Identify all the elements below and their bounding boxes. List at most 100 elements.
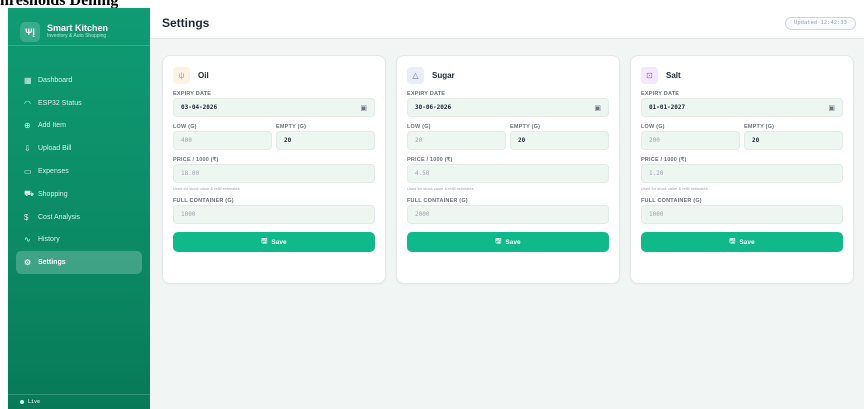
full-container-input[interactable]: 1000 [641, 205, 843, 224]
salt-icon: ⊡ [641, 66, 658, 84]
sidebar-item-label: Dashboard [38, 76, 73, 84]
sidebar-item-upload-bill[interactable]: ⇩ Upload Bill [16, 137, 142, 160]
empty-label: EMPTY (G) [510, 124, 541, 130]
price-value: 4.50 [415, 170, 430, 177]
brand: ΨĮ Smart Kitchen Inventory & Auto Shoppi… [8, 8, 150, 46]
sidebar-item-label: Upload Bill [38, 145, 72, 153]
price-input[interactable]: 1.20 [641, 164, 843, 183]
calendar-icon[interactable]: ▣ [360, 104, 367, 112]
save-button[interactable]: 🖫 Save [407, 232, 609, 252]
brand-logo-icon: ΨĮ [20, 21, 40, 42]
price-label: PRICE / 1000 (₹) [641, 157, 687, 163]
expiry-date-input[interactable]: 03-04-2026 ▣ [173, 98, 375, 117]
price-value: 18.00 [181, 170, 200, 177]
full-container-label: FULL CONTAINER (G) [641, 198, 702, 204]
sidebar-nav: ▦ Dashboard ◠ ESP32 Status ⊕ Add Item ⇩ Upload … [16, 69, 142, 275]
card-header: △ Sugar [407, 66, 609, 84]
updated-badge: Updated 12:42:33 [785, 16, 856, 30]
sidebar-item-cost-analysis[interactable]: $ Cost Analysis [16, 206, 142, 229]
sidebar-item-dashboard[interactable]: ▦ Dashboard [16, 69, 142, 92]
sidebar-divider [8, 394, 150, 395]
oil-icon: ψ [173, 66, 190, 84]
full-container-value: 2000 [415, 211, 430, 218]
save-label: Save [739, 238, 755, 246]
expiry-date-value: 01-01-2027 [649, 104, 686, 111]
low-threshold-value: 200 [649, 137, 660, 144]
add-circle-icon: ⊕ [24, 121, 31, 131]
sidebar-item-add-item[interactable]: ⊕ Add Item [16, 115, 142, 138]
low-threshold-input[interactable]: 200 [641, 131, 740, 150]
expiry-date-input[interactable]: 30-06-2026 ▣ [407, 98, 609, 117]
empty-label: EMPTY (G) [744, 124, 775, 130]
wallet-icon: ▭ [24, 167, 32, 177]
sidebar: ΨĮ Smart Kitchen Inventory & Auto Shoppi… [8, 8, 150, 409]
page-heading: nresholds Demng [0, 0, 118, 8]
full-container-value: 1000 [181, 211, 196, 218]
expiry-label: EXPIRY DATE [407, 91, 446, 97]
full-container-input[interactable]: 1000 [173, 205, 375, 224]
low-threshold-value: 20 [415, 137, 423, 144]
header: Settings Updated 12:42:33 [150, 8, 864, 39]
app: ΨĮ Smart Kitchen Inventory & Auto Shoppi… [8, 8, 864, 409]
sidebar-item-esp32-status[interactable]: ◠ ESP32 Status [16, 92, 142, 115]
price-input[interactable]: 18.00 [173, 164, 375, 183]
empty-threshold-input[interactable]: 20 [276, 131, 375, 150]
dashboard-icon: ▦ [24, 75, 32, 85]
price-hint: Used for stock value & refill estimates [641, 186, 708, 191]
sidebar-item-label: Cost Analysis [38, 213, 81, 221]
sidebar-item-label: Shopping [38, 190, 68, 198]
empty-threshold-value: 20 [284, 137, 292, 144]
price-label: PRICE / 1000 (₹) [407, 157, 453, 163]
expiry-label: EXPIRY DATE [641, 91, 680, 97]
price-input[interactable]: 4.50 [407, 164, 609, 183]
empty-label: EMPTY (G) [276, 124, 307, 130]
low-threshold-input[interactable]: 400 [173, 131, 272, 150]
sidebar-item-label: Expenses [38, 168, 69, 176]
sidebar-item-settings[interactable]: ⚙ Settings [16, 251, 142, 275]
sugar-icon: △ [407, 66, 424, 84]
cart-icon: ⛟ [24, 189, 35, 199]
low-threshold-value: 400 [181, 137, 192, 144]
empty-threshold-input[interactable]: 20 [510, 131, 609, 150]
brand-subtitle: Inventory & Auto Shopping [47, 33, 107, 39]
sidebar-item-label: History [38, 236, 60, 244]
card-header: ψ Oil [173, 66, 375, 84]
low-threshold-input[interactable]: 20 [407, 131, 506, 150]
price-label: PRICE / 1000 (₹) [173, 157, 219, 163]
calendar-icon[interactable]: ▣ [828, 104, 835, 112]
save-icon: 🖫 [495, 237, 502, 245]
calendar-icon[interactable]: ▣ [594, 104, 601, 112]
sidebar-item-shopping[interactable]: ⛟ Shopping [16, 183, 142, 206]
full-container-value: 1000 [649, 211, 664, 218]
item-card-oil: ψ Oil EXPIRY DATE 03-04-2026 ▣ LOW (G) 400 EMPT… [162, 55, 386, 284]
sidebar-item-expenses[interactable]: ▭ Expenses [16, 160, 142, 183]
item-card-sugar: △ Sugar EXPIRY DATE 30-06-2026 ▣ LOW (G) 20 EMP… [396, 55, 620, 284]
empty-threshold-input[interactable]: 20 [744, 131, 843, 150]
expiry-label: EXPIRY DATE [173, 91, 212, 97]
item-name: Oil [198, 70, 209, 80]
item-name: Sugar [432, 70, 455, 80]
price-hint: Used for stock value & refill estimates [407, 186, 474, 191]
activity-icon: ∿ [24, 235, 31, 245]
price-value: 1.20 [649, 170, 664, 177]
sidebar-item-label: Settings [38, 259, 66, 267]
sidebar-item-history[interactable]: ∿ History [16, 229, 142, 252]
full-container-input[interactable]: 2000 [407, 205, 609, 224]
save-button[interactable]: 🖫 Save [173, 232, 375, 252]
brand-title: Smart Kitchen [47, 23, 109, 33]
live-label: Live [28, 399, 41, 405]
expiry-date-value: 30-06-2026 [415, 104, 452, 111]
price-hint: Used for stock value & refill estimates [173, 186, 240, 191]
wifi-icon: ◠ [24, 98, 31, 108]
full-container-label: FULL CONTAINER (G) [173, 198, 234, 204]
expiry-date-input[interactable]: 01-01-2027 ▣ [641, 98, 843, 117]
upload-icon: ⇩ [24, 144, 31, 154]
save-icon: 🖫 [261, 237, 268, 245]
save-button[interactable]: 🖫 Save [641, 232, 843, 252]
dollar-icon: $ [24, 212, 29, 222]
threshold-cards: ψ Oil EXPIRY DATE 03-04-2026 ▣ LOW (G) 400 EMPT… [162, 55, 854, 284]
save-icon: 🖫 [729, 237, 736, 245]
sidebar-item-label: ESP32 Status [38, 99, 82, 107]
item-name: Salt [666, 70, 681, 80]
sidebar-item-label: Add Item [38, 122, 67, 130]
